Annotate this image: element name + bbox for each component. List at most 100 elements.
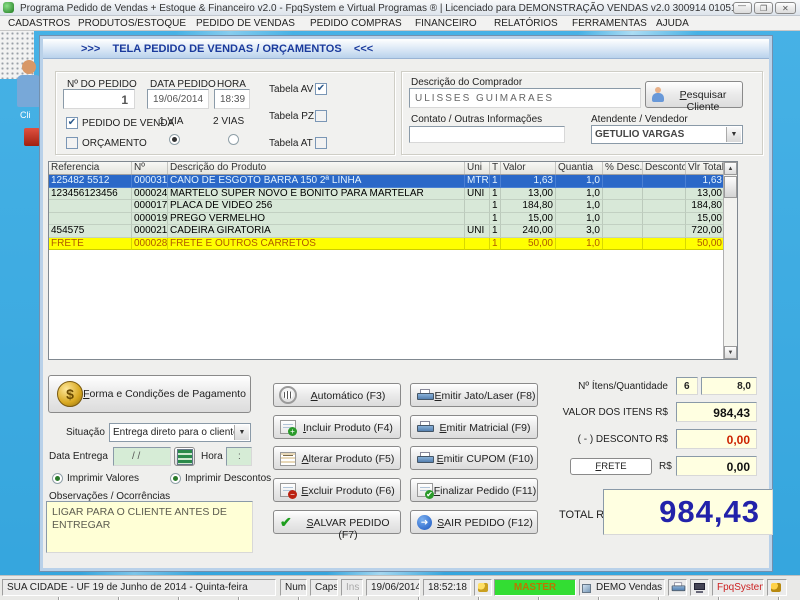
desconto-field[interactable]: 0,00 <box>676 429 757 449</box>
emitir-cupom-button[interactable]: Emitir CUPOM (F10) <box>410 446 538 470</box>
order-num-input[interactable]: 1 <box>63 89 135 109</box>
cell-desc: MARTELO SUPER NOVO E BONITO PARA MARTELA… <box>168 188 465 201</box>
orcamento-checkbox[interactable] <box>66 137 78 149</box>
atendente-combobox[interactable]: GETULIO VARGAS ▼ <box>591 125 743 144</box>
col-t[interactable]: T <box>490 162 501 174</box>
scroll-up-button[interactable]: ▲ <box>724 162 737 175</box>
col-valor[interactable]: Valor <box>501 162 556 174</box>
salvar-pedido-button[interactable]: ✔ SALVAR PEDIDO (F7) <box>273 510 401 534</box>
close-button[interactable]: ✕ <box>775 2 796 14</box>
menu-ferramentas[interactable]: FERRAMENTAS <box>572 18 647 29</box>
col-descricao[interactable]: Descrição do Produto <box>168 162 465 174</box>
cell-ref: 454575 <box>49 225 132 238</box>
imprimir-valores-radio[interactable] <box>52 473 63 484</box>
table-row[interactable]: 454575 000021 CADEIRA GIRATORIA UNI 1 24… <box>49 225 725 238</box>
alterar-produto-button[interactable]: Alterar Produto (F5) <box>273 446 401 470</box>
total-field: 984,43 <box>603 489 773 535</box>
table-scrollbar[interactable]: ▲ ▼ <box>723 162 737 359</box>
computer-icon <box>694 583 705 590</box>
form-titlebar[interactable]: >>> TELA PEDIDO DE VENDAS / ORÇAMENTOS <… <box>43 39 769 59</box>
client-desktop-icon[interactable]: Cli <box>16 60 40 120</box>
itens-qty-value: 8,0 <box>737 381 751 392</box>
chevron-down-icon[interactable]: ▼ <box>234 425 249 440</box>
via2-label: 2 VIAS <box>213 116 244 127</box>
menu-relatorios[interactable]: RELATÓRIOS <box>494 18 558 29</box>
imprimir-descontos-radio[interactable] <box>170 473 181 484</box>
scroll-down-button[interactable]: ▼ <box>724 346 737 359</box>
table-row[interactable]: 123456123456 000024 MARTELO SUPER NOVO E… <box>49 188 725 201</box>
pesquisar-cliente-label: Pesquisar Cliente <box>664 89 742 113</box>
incluir-produto-button[interactable]: + Incluir Produto (F4) <box>273 415 401 439</box>
col-vlrtotal[interactable]: Vlr Total <box>686 162 725 174</box>
menu-ajuda[interactable]: AJUDA <box>656 18 689 29</box>
valor-itens-value: 984,43 <box>713 406 750 420</box>
order-time-value: 18:39 <box>220 94 245 105</box>
col-referencia[interactable]: Referencia <box>49 162 132 174</box>
cell-uni <box>465 213 490 226</box>
frete-field[interactable]: 0,00 <box>676 456 757 476</box>
cell-ref: 123456123456 <box>49 188 132 201</box>
order-date-value: 19/06/2014 <box>153 94 203 105</box>
order-time-input[interactable]: 18:39 <box>214 89 250 109</box>
total-value: 984,43 <box>659 494 760 530</box>
emitir-matricial-button[interactable]: Emitir Matricial (F9) <box>410 415 538 439</box>
via1-radio[interactable] <box>169 134 180 145</box>
table-row[interactable]: 000019 PREGO VERMELHO 1 15,00 1,0 15,00 <box>49 213 725 226</box>
chevron-down-icon[interactable]: ▼ <box>726 127 741 142</box>
menu-cadastros[interactable]: CADASTROS <box>8 18 70 29</box>
table-row[interactable]: 000017 PLACA DE VIDEO 256 1 184,80 1,0 1… <box>49 200 725 213</box>
automatico-button[interactable]: Automático (F3) <box>273 383 401 407</box>
situacao-combobox[interactable]: Entrega direto para o cliente ▼ <box>109 423 251 442</box>
check-icon: ✔ <box>68 117 76 128</box>
cell-total: 50,00 <box>686 238 725 251</box>
tabela-av-checkbox[interactable]: ✔ <box>315 83 327 95</box>
buyer-name-input[interactable]: ULISSES GUIMARAES <box>409 88 641 108</box>
table-row-selected[interactable]: 125482 5512 000031 CANO DE ESGOTO BARRA … <box>49 175 725 188</box>
pesquisar-cliente-button[interactable]: Pesquisar Cliente <box>645 81 743 108</box>
cell-val: 184,80 <box>501 200 556 213</box>
table-row-freight[interactable]: FRETE 000028 FRETE E OUTROS CARRETOS 1 5… <box>49 238 725 251</box>
scroll-thumb[interactable] <box>724 176 737 198</box>
sair-pedido-button[interactable]: ➜ SAIR PEDIDO (F12) <box>410 510 538 534</box>
radio-dot <box>173 476 178 481</box>
cell-desconto <box>643 213 686 226</box>
col-pdesc[interactable]: % Desc. <box>603 162 643 174</box>
cell-desconto <box>643 225 686 238</box>
order-date-input[interactable]: 19/06/2014 <box>147 89 209 109</box>
cell-total: 13,00 <box>686 188 725 201</box>
via2-radio[interactable] <box>228 134 239 145</box>
col-uni[interactable]: Uni <box>465 162 490 174</box>
tabela-pz-checkbox[interactable] <box>315 110 327 122</box>
frete-button[interactable]: FRETE <box>570 458 652 475</box>
finalizar-pedido-label: Finalizar Pedido (F11) <box>433 485 537 497</box>
menu-pedido-compras[interactable]: PEDIDO COMPRAS <box>310 18 402 29</box>
calendar-button[interactable] <box>174 447 195 466</box>
minimize-button[interactable]: — <box>733 2 752 14</box>
contato-input[interactable] <box>409 126 565 143</box>
client-icon-head <box>22 60 36 74</box>
emitir-laser-button[interactable]: Emitir Jato/Laser (F8) <box>410 383 538 407</box>
status-printer-panel[interactable] <box>668 579 687 596</box>
pedido-venda-checkbox[interactable]: ✔ <box>66 117 78 129</box>
forma-pagamento-button[interactable]: $ Forma e Condições de Pagamento <box>48 375 251 413</box>
tabela-at-checkbox[interactable] <box>315 137 327 149</box>
atendente-value: GETULIO VARGAS <box>595 129 684 140</box>
buyer-name-value: ULISSES GUIMARAES <box>415 93 554 104</box>
menu-financeiro[interactable]: FINANCEIRO <box>415 18 477 29</box>
client-icon-label: Cli <box>20 110 31 120</box>
excluir-produto-label: Excluir Produto (F6) <box>296 485 400 497</box>
observacoes-textarea[interactable]: LIGAR PARA O CLIENTE ANTES DE ENTREGAR <box>46 501 253 553</box>
status-computer-panel[interactable] <box>690 579 709 596</box>
hora-entrega-input[interactable]: : <box>226 447 252 466</box>
finalizar-pedido-button[interactable]: ✔ Finalizar Pedido (F11) <box>410 478 538 502</box>
restore-button[interactable]: ❐ <box>754 2 773 14</box>
col-numero[interactable]: Nº <box>132 162 168 174</box>
printer-icon <box>417 421 434 434</box>
red-desktop-icon[interactable] <box>24 128 40 146</box>
menu-produtos-estoque[interactable]: PRODUTOS/ESTOQUE <box>78 18 186 29</box>
excluir-produto-button[interactable]: − Excluir Produto (F6) <box>273 478 401 502</box>
col-desconto[interactable]: Desconto <box>643 162 686 174</box>
menu-pedido-vendas[interactable]: PEDIDO DE VENDAS <box>196 18 295 29</box>
data-entrega-input[interactable]: / / <box>113 447 171 466</box>
col-quantia[interactable]: Quantia <box>556 162 603 174</box>
